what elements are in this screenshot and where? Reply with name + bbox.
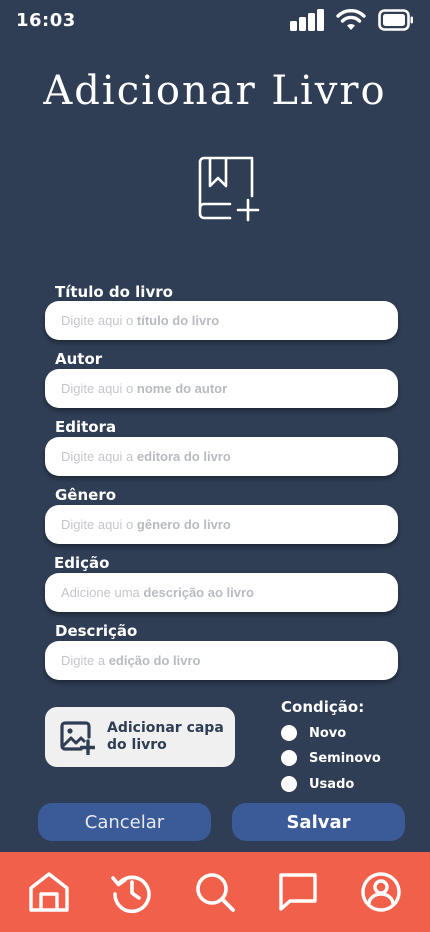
title-placeholder-bold: título do livro xyxy=(136,313,220,328)
condition-option-new[interactable]: Novo xyxy=(281,725,346,741)
add-cover-label: Adicionar capa do livro xyxy=(107,720,224,753)
field-label-author: Autor xyxy=(55,350,103,368)
home-icon xyxy=(29,872,70,912)
genre-placeholder-bold: gênero do livro xyxy=(136,517,231,532)
condition-option-seminew-label: Seminovo xyxy=(309,750,381,766)
status-bar: 16:03 xyxy=(0,0,430,44)
title-placeholder-prefix: Digite aqui o xyxy=(61,313,134,328)
radio-seminew[interactable] xyxy=(281,750,297,766)
publisher-placeholder-prefix: Digite aqui a xyxy=(61,449,134,464)
nav-chat[interactable] xyxy=(274,868,322,916)
author-input[interactable]: Digite aqui o nome do autor xyxy=(45,369,398,408)
publisher-placeholder-bold: editora do livro xyxy=(136,449,231,464)
description-placeholder-bold: edição do livro xyxy=(108,653,201,668)
edition-placeholder-prefix: Adicione uma xyxy=(61,585,140,600)
condition-option-used[interactable]: Usado xyxy=(281,776,354,792)
profile-icon xyxy=(360,872,401,912)
condition-option-new-label: Novo xyxy=(309,725,347,741)
field-label-genre: Gênero xyxy=(55,486,117,504)
radio-new[interactable] xyxy=(281,725,297,741)
field-label-title: Título do livro xyxy=(55,283,173,301)
genre-input[interactable]: Digite aqui o gênero do livro xyxy=(45,505,398,544)
signal-icon xyxy=(290,9,324,31)
battery-icon xyxy=(378,9,413,31)
status-time: 16:03 xyxy=(16,9,76,31)
description-input[interactable]: Digite a edição do livro xyxy=(45,641,398,680)
field-label-edition: Edição xyxy=(54,554,110,572)
condition-title: Condição: xyxy=(281,698,365,716)
bottom-nav xyxy=(0,852,430,932)
history-icon xyxy=(111,875,151,914)
nav-history[interactable] xyxy=(108,868,156,916)
field-label-publisher: Editora xyxy=(55,418,117,436)
title-input[interactable]: Digite aqui o título do livro xyxy=(45,301,398,340)
add-book-icon xyxy=(198,156,260,222)
author-placeholder-bold: nome do autor xyxy=(136,381,228,396)
edition-placeholder-bold: descrição ao livro xyxy=(143,585,254,600)
nav-profile[interactable] xyxy=(357,868,405,916)
author-placeholder-prefix: Digite aqui o xyxy=(61,381,134,396)
search-icon xyxy=(196,873,235,912)
description-placeholder-prefix: Digite a xyxy=(61,653,106,668)
nav-search[interactable] xyxy=(191,868,239,916)
add-image-icon xyxy=(60,721,95,755)
wifi-icon xyxy=(336,9,366,30)
add-cover-button[interactable]: Adicionar capa do livro xyxy=(45,707,235,767)
edition-input[interactable]: Adicione uma descrição ao livro xyxy=(45,573,398,612)
publisher-input[interactable]: Digite aqui a editora do livro xyxy=(45,437,398,476)
nav-home[interactable] xyxy=(25,868,73,916)
cancel-button[interactable]: Cancelar xyxy=(38,803,211,841)
page-title: Adicionar Livro xyxy=(43,68,387,114)
condition-option-seminew[interactable]: Seminovo xyxy=(281,750,381,766)
save-button[interactable]: Salvar xyxy=(232,803,405,841)
condition-option-used-label: Usado xyxy=(309,776,355,792)
field-label-description: Descrição xyxy=(55,622,138,640)
radio-used[interactable] xyxy=(281,776,297,792)
genre-placeholder-prefix: Digite aqui o xyxy=(61,517,134,532)
status-icons xyxy=(290,9,414,31)
chat-icon xyxy=(279,873,317,911)
